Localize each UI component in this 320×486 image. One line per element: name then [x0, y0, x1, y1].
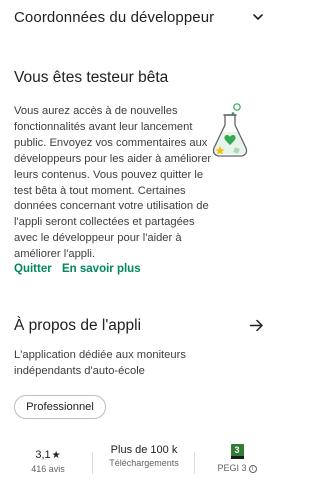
quit-beta-button[interactable]: Quitter	[14, 263, 52, 275]
installs-value: Plus de 100 k	[110, 444, 178, 456]
rating-value: 3,1★	[35, 449, 61, 461]
reviews-count: 416 avis	[31, 464, 65, 474]
app-stats-row: 3,1★ 416 avis Plus de 100 k Téléchargeme…	[0, 440, 281, 486]
stats-divider	[194, 452, 195, 474]
star-icon: ★	[51, 450, 61, 461]
arrow-right-icon[interactable]	[249, 318, 264, 333]
chevron-down-icon[interactable]	[251, 10, 265, 24]
beta-flask-icon	[212, 103, 248, 157]
installs-label: Téléchargements	[109, 458, 179, 468]
developer-contact-title: Coordonnées du développeur	[14, 9, 215, 26]
category-chip[interactable]: Professionnel	[14, 395, 106, 419]
beta-description: Vous aurez accès à de nouvelles fonction…	[14, 105, 212, 261]
about-app-title[interactable]: À propos de l'appli	[14, 317, 141, 335]
developer-contact-header[interactable]: Coordonnées du développeur	[0, 0, 281, 36]
pegi-stat[interactable]: 3 PEGI 3i	[202, 444, 272, 473]
beta-section-title: Vous êtes testeur bêta	[14, 69, 169, 86]
learn-more-link[interactable]: En savoir plus	[62, 263, 141, 275]
rating-stat[interactable]: 3,1★ 416 avis	[20, 449, 76, 474]
pegi-rating-icon: 3	[230, 444, 244, 459]
installs-stat: Plus de 100 k Téléchargements	[100, 444, 188, 469]
info-icon[interactable]: i	[248, 465, 257, 473]
stats-divider	[92, 452, 93, 474]
about-app-description: L'application dédiée aux moniteurs indép…	[14, 349, 186, 377]
pegi-label: PEGI 3i	[202, 463, 272, 473]
